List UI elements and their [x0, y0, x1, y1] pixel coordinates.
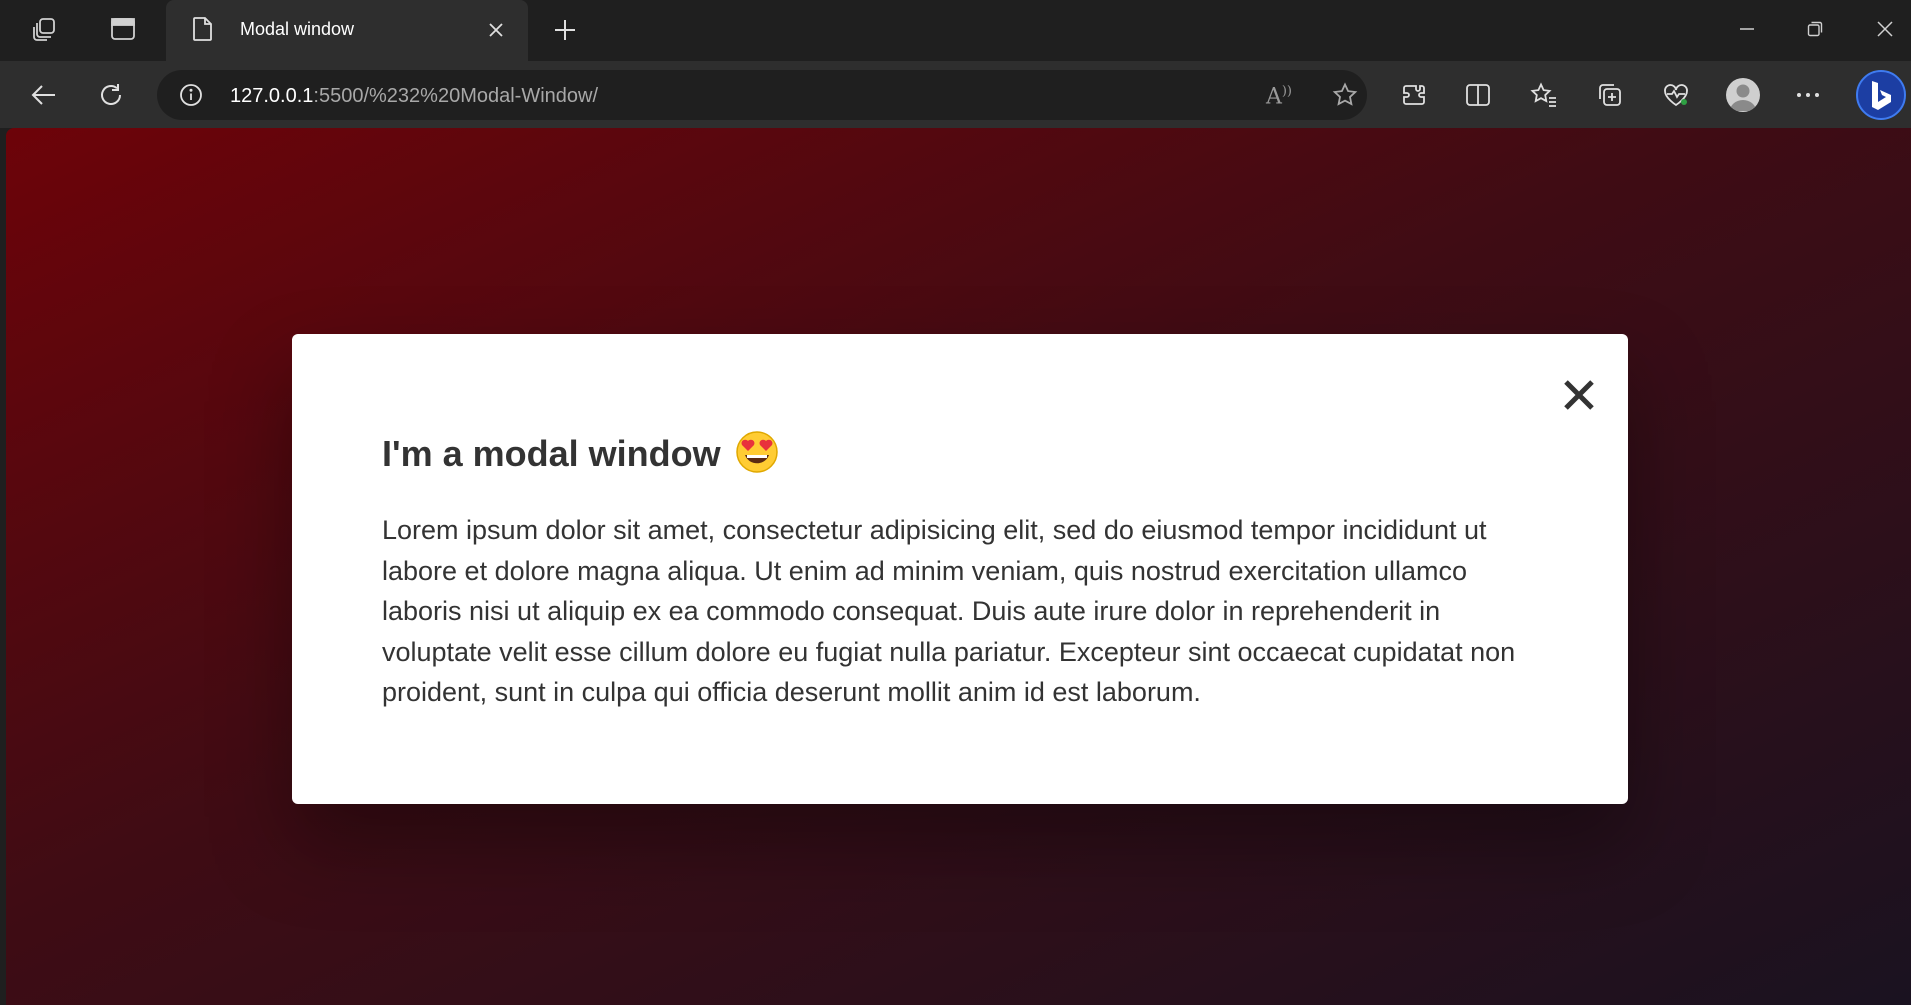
address-bar[interactable]: 127.0.0.1:5500/%232%20Modal-Window/ A)) [157, 70, 1367, 120]
browser-title-bar: Modal window [0, 0, 1911, 61]
restore-button[interactable] [1792, 10, 1838, 48]
modal-window: I'm a modal window Lorem ipsum dolor sit… [292, 334, 1628, 804]
document-icon [192, 16, 214, 42]
heart-eyes-emoji [735, 431, 778, 473]
tab-actions-icon[interactable] [104, 12, 142, 46]
split-screen-icon[interactable] [1458, 75, 1498, 115]
info-icon[interactable] [179, 83, 203, 107]
modal-body-text: Lorem ipsum dolor sit amet, consectetur … [382, 515, 1516, 708]
page-viewport: I'm a modal window Lorem ipsum dolor sit… [6, 128, 1911, 1005]
back-button[interactable] [24, 75, 64, 115]
modal-close-button[interactable] [1556, 372, 1602, 418]
extensions-icon[interactable] [1393, 75, 1433, 115]
workspaces-icon[interactable] [26, 12, 64, 46]
favorite-star-icon[interactable] [1327, 77, 1363, 113]
new-tab-button[interactable] [546, 12, 584, 48]
modal-title: I'm a modal window [382, 430, 779, 476]
read-aloud-label: A [1265, 84, 1282, 110]
collections-icon[interactable] [1590, 75, 1630, 115]
bing-copilot-icon[interactable] [1856, 70, 1906, 120]
close-window-button[interactable] [1862, 10, 1908, 48]
browser-essentials-icon[interactable] [1656, 75, 1696, 115]
tab-title: Modal window [240, 19, 355, 39]
url-text[interactable]: 127.0.0.1:5500/%232%20Modal-Window/ [230, 84, 598, 108]
read-aloud-icon[interactable]: A)) [1261, 77, 1297, 113]
browser-toolbar: 127.0.0.1:5500/%232%20Modal-Window/ A)) [0, 61, 1911, 128]
modal-title-text: I'm a modal window [382, 433, 721, 474]
url-path: :5500/%232%20Modal-Window/ [313, 85, 599, 107]
tab-modal-window[interactable]: Modal window [166, 0, 528, 61]
more-icon[interactable] [1788, 75, 1828, 115]
favorites-icon[interactable] [1524, 75, 1564, 115]
profile-avatar[interactable] [1726, 78, 1760, 112]
minimize-button[interactable] [1724, 10, 1770, 48]
refresh-button[interactable] [91, 75, 131, 115]
tab-close-icon[interactable] [482, 16, 510, 44]
url-host: 127.0.0.1 [230, 85, 314, 107]
